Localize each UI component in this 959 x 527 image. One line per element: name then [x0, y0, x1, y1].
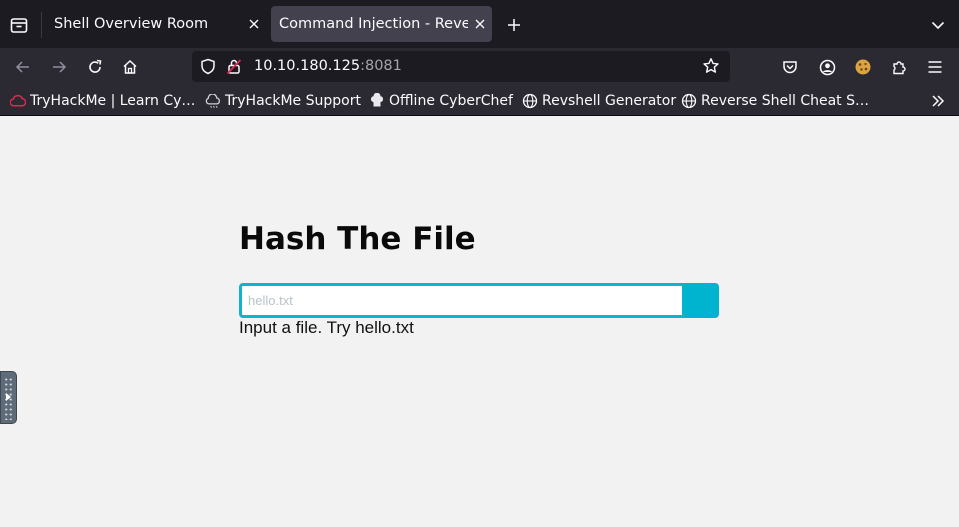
- tab-title: Command Injection - Reverse: [279, 16, 468, 32]
- url-port: :8081: [360, 58, 402, 74]
- hamburger-menu-icon: [928, 61, 942, 73]
- bookmark-label: Reverse Shell Cheat S…: [701, 93, 869, 109]
- chef-hat-icon: [369, 93, 385, 109]
- bookmark-reverse-shell-cheat-sheet[interactable]: Reverse Shell Cheat S…: [681, 91, 869, 111]
- globe-icon: [522, 93, 538, 109]
- app-menu-button[interactable]: [920, 52, 950, 82]
- pocket-icon: [783, 61, 797, 74]
- tracking-protection-shield-icon[interactable]: [200, 58, 216, 79]
- chevron-double-right-icon: [932, 95, 945, 107]
- globe-icon: [681, 93, 697, 109]
- tab-title: Shell Overview Room: [54, 16, 209, 32]
- cookie-icon: [855, 59, 871, 75]
- url-host: 10.10.180.125: [254, 58, 361, 74]
- star-icon: [703, 58, 719, 73]
- play-arrow-icon: [6, 393, 11, 401]
- extensions-button[interactable]: [884, 52, 914, 82]
- home-icon: [123, 59, 137, 74]
- bookmark-tryhackme-support[interactable]: TryHackMe Support: [205, 91, 361, 111]
- address-bar[interactable]: 10.10.180.125:8081: [192, 51, 730, 82]
- new-tab-button[interactable]: [501, 12, 527, 38]
- tab-command-injection[interactable]: Command Injection - Reverse: [271, 6, 492, 42]
- reload-button[interactable]: [80, 52, 110, 82]
- page-title: Hash The File: [239, 221, 476, 257]
- tab-close-button[interactable]: [468, 12, 492, 36]
- tab-shell-overview[interactable]: Shell Overview Room: [46, 6, 266, 42]
- account-icon: [819, 59, 835, 75]
- filename-input[interactable]: [239, 283, 684, 318]
- navigation-toolbar: 10.10.180.125:8081: [0, 48, 959, 85]
- tab-separator: [41, 12, 42, 38]
- home-button[interactable]: [115, 52, 145, 82]
- bookmark-revshell-generator[interactable]: Revshell Generator: [522, 91, 676, 111]
- pocket-button[interactable]: [775, 52, 805, 82]
- list-all-tabs-button[interactable]: [925, 12, 951, 38]
- account-button[interactable]: [812, 52, 842, 82]
- tryhackme-icon: [10, 93, 26, 109]
- insecure-lock-icon[interactable]: [226, 58, 242, 79]
- bookmark-label: TryHackMe | Learn Cy…: [30, 93, 196, 109]
- web-page: Hash The File Input a file. Try hello.tx…: [0, 116, 959, 527]
- back-button[interactable]: [8, 52, 38, 82]
- sidebar-drag-handle[interactable]: [0, 371, 17, 424]
- bookmark-label: Offline CyberChef: [389, 93, 513, 109]
- firefox-view-button[interactable]: [6, 12, 32, 38]
- cloud-support-icon: [205, 93, 221, 109]
- bookmark-star-button[interactable]: [702, 57, 720, 79]
- cookie-extension-button[interactable]: [848, 52, 878, 82]
- chevron-down-icon: [931, 21, 945, 30]
- firefox-view-icon: [10, 18, 28, 33]
- bookmark-offline-cyberchef[interactable]: Offline CyberChef: [369, 91, 513, 111]
- tab-close-button[interactable]: [242, 12, 266, 36]
- bookmarks-toolbar: TryHackMe | Learn Cy… TryHackMe Support …: [0, 85, 959, 116]
- submit-button[interactable]: [682, 283, 719, 318]
- url-text[interactable]: 10.10.180.125:8081: [254, 58, 402, 74]
- close-icon: [249, 19, 259, 29]
- reload-icon: [89, 59, 102, 73]
- more-bookmarks-button[interactable]: [926, 90, 950, 112]
- tab-strip: Shell Overview Room Command Injection - …: [0, 0, 959, 48]
- hash-file-form: [239, 283, 719, 318]
- arrow-left-icon: [15, 61, 29, 73]
- plus-icon: [508, 19, 520, 31]
- input-hint: Input a file. Try hello.txt: [239, 318, 414, 337]
- bookmark-label: Revshell Generator: [542, 93, 677, 109]
- arrow-right-icon: [53, 61, 67, 73]
- puzzle-icon: [892, 60, 906, 74]
- close-icon: [475, 19, 485, 29]
- forward-button[interactable]: [44, 52, 74, 82]
- bookmark-tryhackme[interactable]: TryHackMe | Learn Cy…: [10, 91, 195, 111]
- bookmark-label: TryHackMe Support: [225, 93, 361, 109]
